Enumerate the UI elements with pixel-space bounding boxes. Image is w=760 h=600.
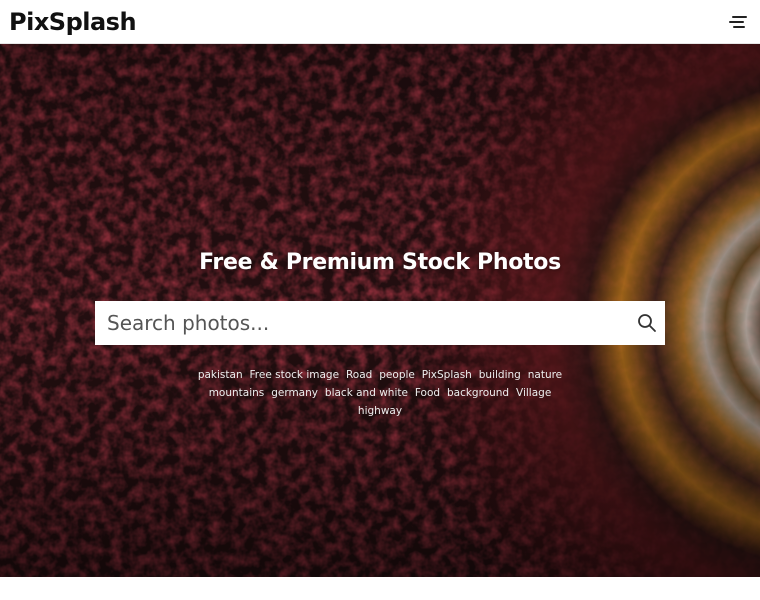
tag-link[interactable]: background — [447, 387, 509, 399]
tag-link[interactable]: Road — [346, 369, 372, 381]
popular-tags: pakistan Free stock image Road people Pi… — [195, 366, 565, 420]
tag-link[interactable]: Free stock image — [250, 369, 340, 381]
hero-headline: Free & Premium Stock Photos — [199, 250, 561, 275]
tag-link[interactable]: Food — [415, 387, 440, 399]
top-bar: PixSplash — [0, 0, 760, 44]
tag-link[interactable]: mountains — [209, 387, 265, 399]
search-icon[interactable] — [637, 313, 657, 333]
tag-link[interactable]: nature — [528, 369, 562, 381]
tag-link[interactable]: building — [479, 369, 521, 381]
search-bar — [95, 301, 665, 345]
tag-link[interactable]: pakistan — [198, 369, 243, 381]
tag-link[interactable]: people — [379, 369, 415, 381]
tag-link[interactable]: black and white — [325, 387, 408, 399]
search-input[interactable] — [95, 301, 625, 345]
tag-link[interactable]: PixSplash — [422, 369, 472, 381]
tag-link[interactable]: germany — [271, 387, 318, 399]
tag-link[interactable]: highway — [358, 405, 402, 417]
site-logo[interactable]: PixSplash — [9, 8, 137, 36]
hero-section: Free & Premium Stock Photos pakistan Fre… — [0, 44, 760, 577]
hamburger-menu-icon[interactable] — [729, 16, 747, 30]
tag-link[interactable]: Village — [516, 387, 551, 399]
